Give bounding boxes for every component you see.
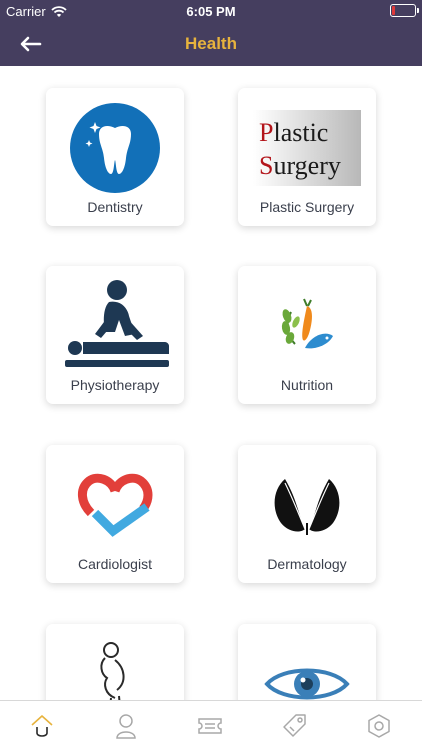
category-card-dermatology[interactable]: Dermatology [238, 445, 376, 583]
battery-icon [390, 4, 419, 17]
category-label: Cardiologist [78, 556, 152, 572]
plastic-surgery-logo: Plastic Surgery [238, 102, 376, 194]
settings-hexagon-icon [368, 714, 390, 738]
page-title: Health [185, 34, 237, 53]
category-label: Physiotherapy [70, 377, 160, 393]
navigation-bar: Health [0, 22, 422, 66]
category-label: Dermatology [267, 556, 347, 572]
tab-home[interactable] [27, 711, 57, 741]
tab-offers[interactable] [280, 711, 310, 741]
category-card-nutrition[interactable]: Nutrition [238, 266, 376, 404]
eye-icon [238, 638, 376, 700]
ticket-icon [198, 718, 222, 734]
clock: 6:05 PM [186, 4, 236, 19]
nutrition-icon [238, 280, 376, 372]
battery-level [392, 6, 395, 15]
feather-icon [238, 459, 376, 551]
svg-text:Surgery: Surgery [259, 151, 341, 180]
category-card-physiotherapy[interactable]: Physiotherapy [46, 266, 184, 404]
tab-tickets[interactable] [195, 711, 225, 741]
home-icon [31, 715, 53, 737]
tab-profile[interactable] [111, 711, 141, 741]
tab-bar [0, 700, 422, 750]
tab-settings[interactable] [364, 711, 394, 741]
category-card-cardiologist[interactable]: Cardiologist [46, 445, 184, 583]
category-card-plastic-surgery[interactable]: Plastic Surgery Plastic Surgery [238, 88, 376, 226]
physiotherapy-icon [46, 280, 184, 372]
tooth-icon [46, 102, 184, 194]
tag-icon [283, 714, 306, 737]
category-card-pregnancy[interactable] [46, 624, 184, 700]
pregnancy-icon [46, 638, 184, 700]
category-label: Plastic Surgery [259, 199, 355, 215]
category-card-dentistry[interactable]: Dentistry [46, 88, 184, 226]
profile-icon [116, 714, 136, 739]
heart-check-icon [46, 459, 184, 551]
category-grid: Dentistry Plastic Surgery Plastic Surger… [0, 66, 422, 700]
category-card-ophthalmology[interactable] [238, 624, 376, 700]
svg-text:Plastic: Plastic [259, 118, 328, 147]
category-label: Dentistry [87, 199, 143, 215]
status-bar: Carrier 6:05 PM [0, 0, 422, 22]
category-label: Nutrition [280, 377, 334, 393]
